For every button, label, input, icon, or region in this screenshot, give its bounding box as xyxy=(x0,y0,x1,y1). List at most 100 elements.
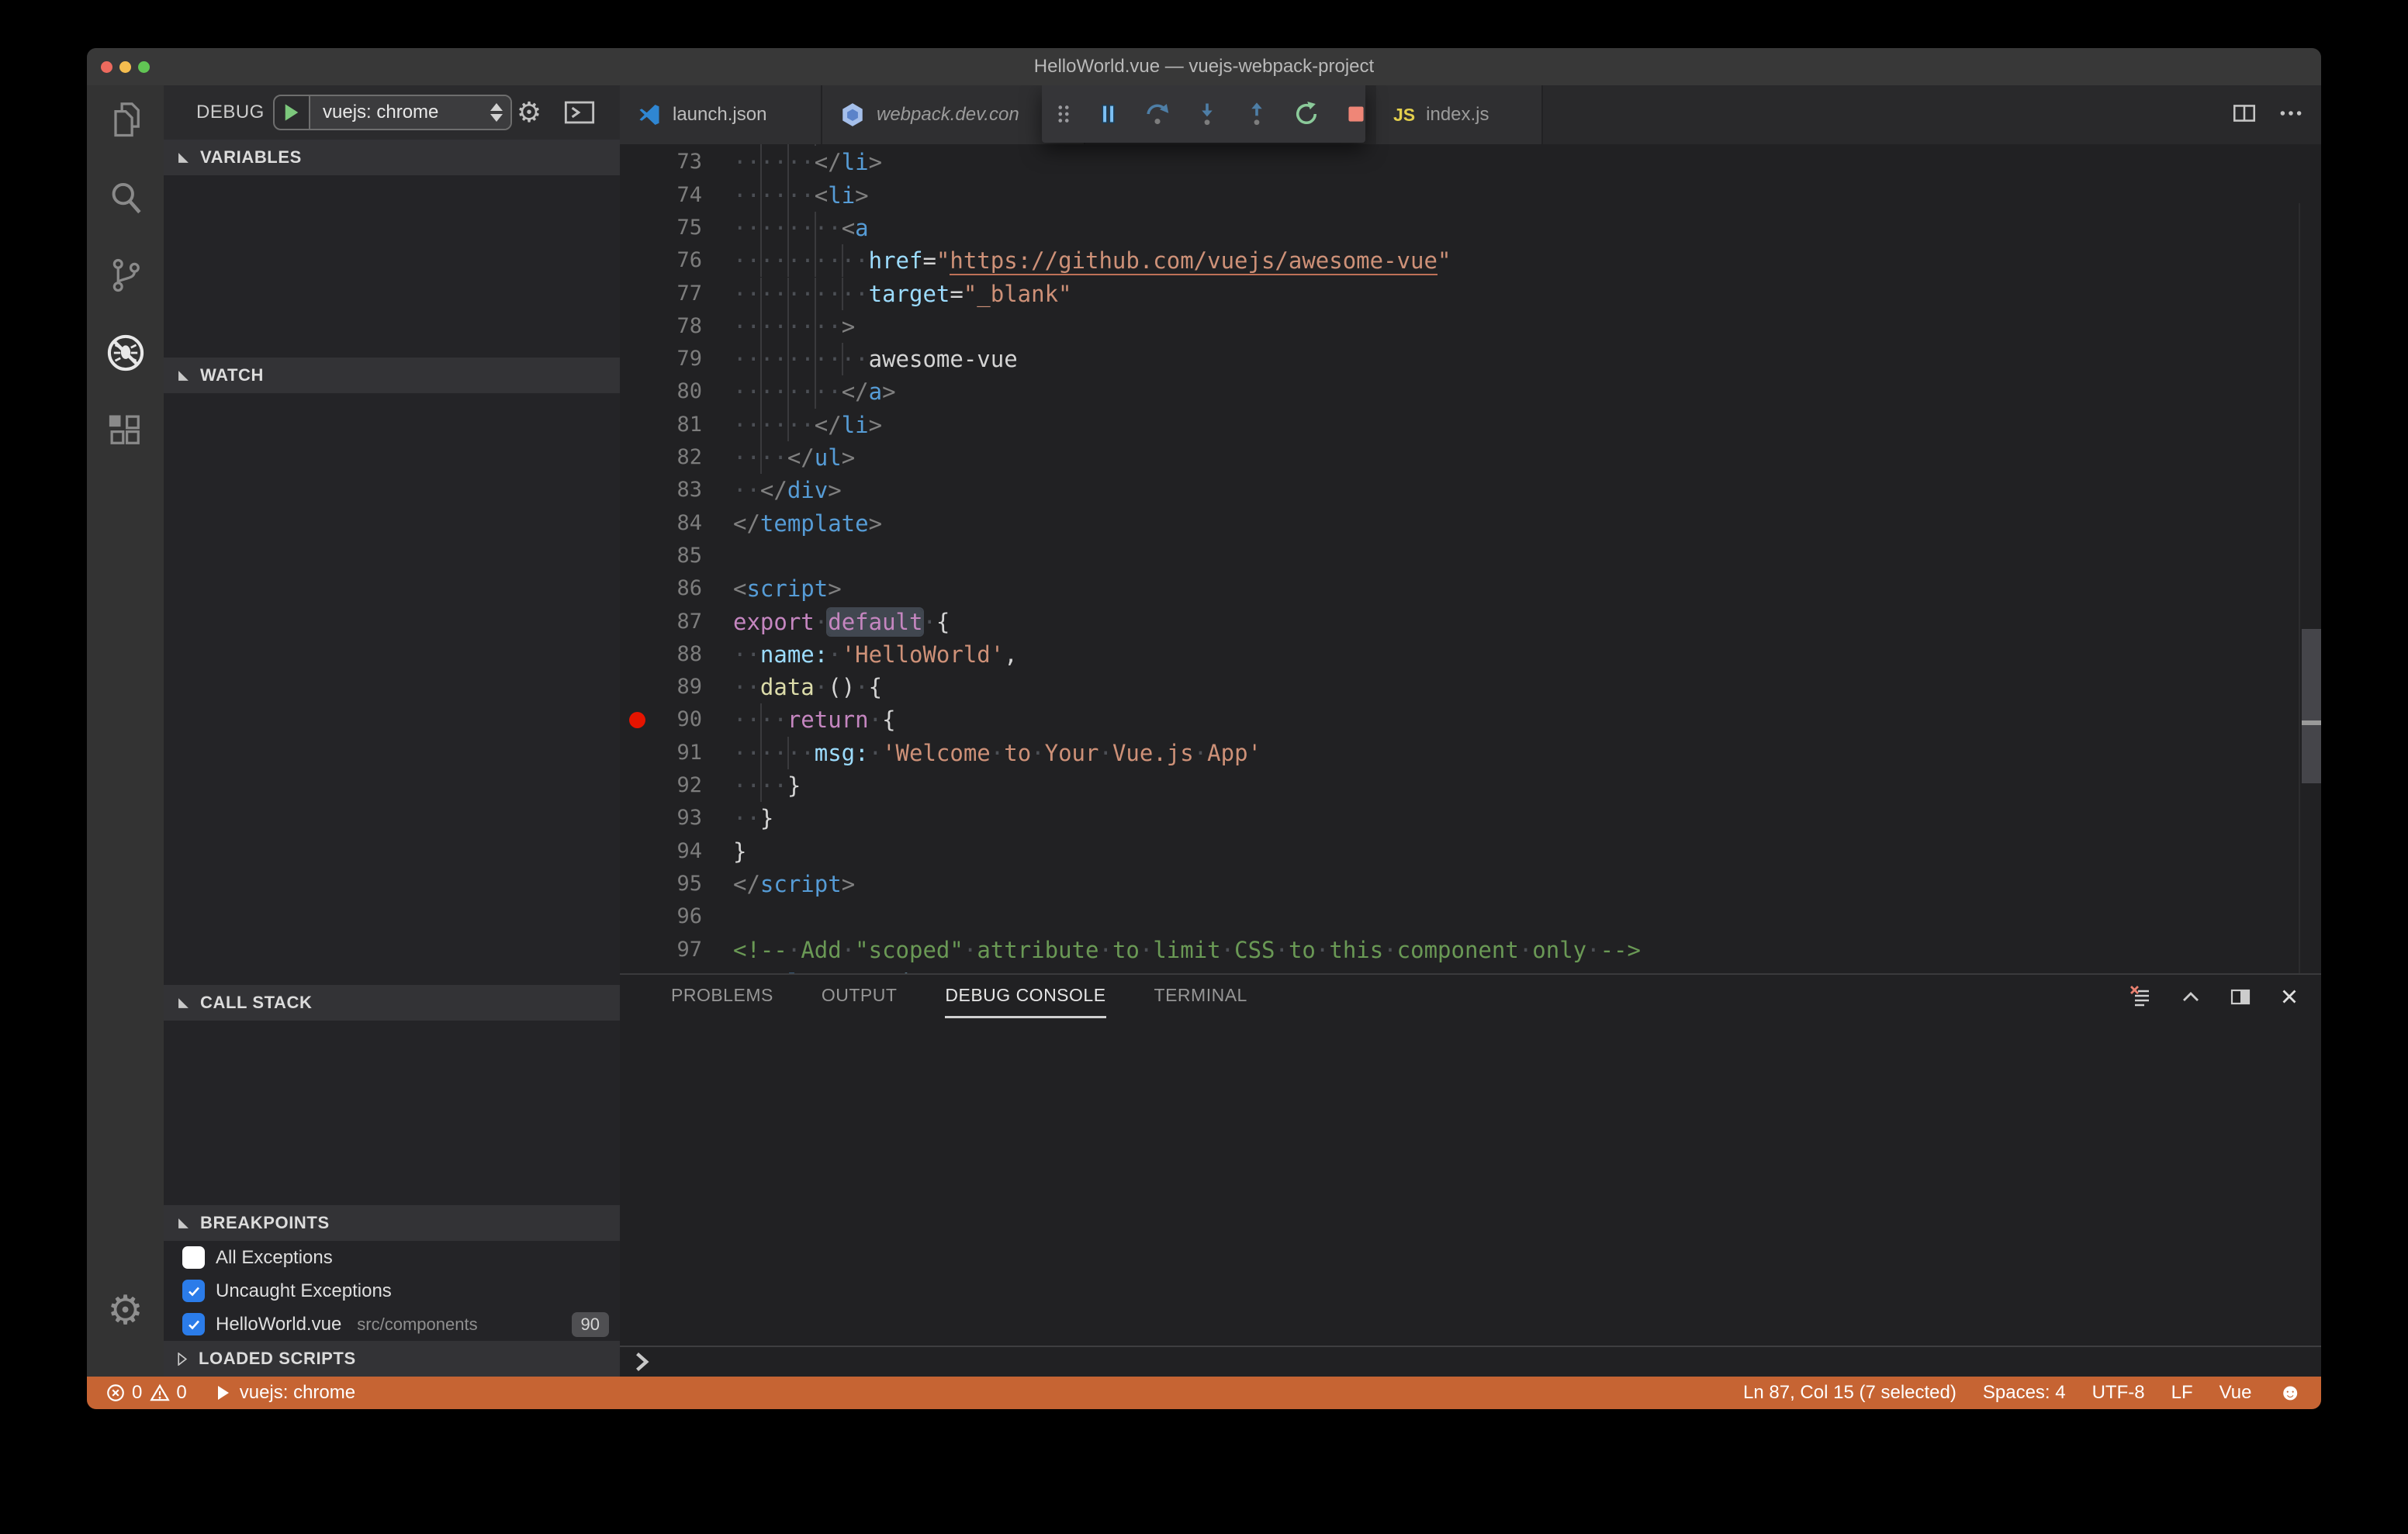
tab-launch-json[interactable]: launch.json xyxy=(620,85,822,144)
code-line-93[interactable]: 93 ··} xyxy=(620,802,2299,834)
active-debug-config-status[interactable]: vuejs: chrome xyxy=(215,1382,355,1404)
panel-right-icon[interactable] xyxy=(2228,984,2253,1009)
debug-console-input[interactable] xyxy=(620,1346,2321,1377)
code-line-87[interactable]: 87 export·default·{ xyxy=(620,606,2299,638)
line-number[interactable]: 95 xyxy=(620,868,702,900)
feedback-smiley-icon[interactable]: ☻ xyxy=(2278,1381,2302,1404)
breakpoint-checkbox[interactable] xyxy=(182,1246,205,1269)
code-line-77[interactable]: 77 ··········target="_blank" xyxy=(620,277,2299,310)
code-line-81[interactable]: 81 ······</li> xyxy=(620,408,2299,441)
panel-tab-terminal[interactable]: TERMINAL xyxy=(1154,975,1247,1018)
code-line-82[interactable]: 82 ····</ul> xyxy=(620,441,2299,475)
status-language-mode[interactable]: Vue xyxy=(2219,1382,2252,1404)
split-editor-icon[interactable] xyxy=(2231,100,2258,130)
code-line-75[interactable]: 75 ········<a xyxy=(620,211,2299,245)
line-number[interactable]: 89 xyxy=(620,671,702,703)
clear-console-icon[interactable] xyxy=(2129,984,2154,1009)
line-number[interactable]: 97 xyxy=(620,934,702,966)
code-line-97[interactable]: 97 <!--·Add·"scoped"·attribute·to·limit·C… xyxy=(620,934,2299,966)
line-number[interactable]: 83 xyxy=(620,474,702,506)
breakpoint-checkbox[interactable] xyxy=(182,1280,205,1302)
stop-button[interactable] xyxy=(1337,92,1375,136)
activity-item-source-control[interactable] xyxy=(87,244,164,309)
line-number[interactable]: 79 xyxy=(620,343,702,375)
panel-tab-problems[interactable]: PROBLEMS xyxy=(671,975,773,1018)
code-line-79[interactable]: 79 ··········awesome-vue xyxy=(620,343,2299,376)
close-window-button[interactable] xyxy=(101,60,112,73)
line-number[interactable]: 94 xyxy=(620,835,702,868)
activity-item-extensions[interactable] xyxy=(87,399,164,465)
line-number[interactable]: 80 xyxy=(620,375,702,408)
editor-scrollbar[interactable] xyxy=(2299,203,2321,973)
zoom-window-button[interactable] xyxy=(138,60,150,73)
step-over-button[interactable] xyxy=(1138,92,1177,136)
breakpoint-item[interactable]: Uncaught Exceptions xyxy=(164,1274,620,1308)
line-number[interactable]: 73 xyxy=(620,146,702,178)
line-number[interactable]: 75 xyxy=(620,212,702,244)
line-number[interactable]: 85 xyxy=(620,540,702,572)
more-actions-icon[interactable] xyxy=(2278,100,2304,130)
code-line-91[interactable]: 91 ······msg:·'Welcome·to·Your·Vue.js·App… xyxy=(620,736,2299,769)
panel-tab-output[interactable]: OUTPUT xyxy=(822,975,898,1018)
status-indentation[interactable]: Spaces: 4 xyxy=(1983,1382,2066,1404)
pause-button[interactable] xyxy=(1088,92,1127,136)
code-line-90[interactable]: 90 ····return·{ xyxy=(620,703,2299,737)
tab-index-js[interactable]: JS index.js xyxy=(1376,85,1543,144)
line-number[interactable]: 91 xyxy=(620,737,702,769)
line-number[interactable]: 81 xyxy=(620,409,702,441)
status-encoding[interactable]: UTF-8 xyxy=(2092,1382,2145,1404)
line-number[interactable]: 76 xyxy=(620,244,702,277)
code-line-95[interactable]: 95 </script> xyxy=(620,868,2299,900)
minimize-window-button[interactable] xyxy=(119,60,131,73)
code-line-96[interactable]: 96 xyxy=(620,900,2299,933)
activity-item-debug[interactable] xyxy=(87,322,164,387)
section-header-variables[interactable]: VARIABLES xyxy=(164,140,620,175)
section-header-loaded-scripts[interactable]: LOADED SCRIPTS xyxy=(164,1341,620,1377)
line-number[interactable]: 77 xyxy=(620,278,702,310)
code-line-80[interactable]: 80 ········</a> xyxy=(620,375,2299,409)
line-number[interactable]: 88 xyxy=(620,638,702,671)
breakpoint-item[interactable]: All Exceptions xyxy=(164,1241,620,1274)
step-out-button[interactable] xyxy=(1237,92,1276,136)
code-line-98[interactable]: 98 <style·scoped> xyxy=(620,966,2299,973)
scrollbar-thumb[interactable] xyxy=(2302,629,2321,783)
status-cursor-position[interactable]: Ln 87, Col 15 (7 selected) xyxy=(1743,1382,1956,1404)
restart-button[interactable] xyxy=(1287,92,1326,136)
status-eol[interactable]: LF xyxy=(2171,1382,2193,1404)
code-line-76[interactable]: 76 ··········href="https://github.com/vue… xyxy=(620,244,2299,278)
open-debug-console-icon[interactable] xyxy=(562,85,597,140)
line-number[interactable]: 96 xyxy=(620,900,702,933)
drag-handle[interactable] xyxy=(1050,92,1078,136)
launch-config-select[interactable]: vuejs: chrome xyxy=(310,96,510,129)
warnings-status[interactable]: 0 xyxy=(150,1382,187,1404)
line-number[interactable]: 98 xyxy=(620,966,702,973)
section-header-watch[interactable]: WATCH xyxy=(164,358,620,393)
code-line-92[interactable]: 92 ····} xyxy=(620,769,2299,803)
code-editor[interactable]: 72········</a>73······</li>74······<li>7… xyxy=(620,144,2321,973)
breakpoint-checkbox[interactable] xyxy=(182,1313,205,1335)
breakpoint-item[interactable]: HelloWorld.vue src/components 90 xyxy=(164,1308,620,1341)
settings-gear-icon[interactable]: ⚙ xyxy=(87,1284,164,1338)
line-number[interactable]: 74 xyxy=(620,179,702,212)
step-into-button[interactable] xyxy=(1188,92,1226,136)
code-line-73[interactable]: 73 ······</li> xyxy=(620,146,2299,179)
code-line-94[interactable]: 94} xyxy=(620,835,2299,868)
code-line-89[interactable]: 89 ··data·()·{ xyxy=(620,671,2299,703)
start-debugging-button[interactable] xyxy=(275,96,310,129)
code-line-83[interactable]: 83 ··</div> xyxy=(620,474,2299,506)
line-number[interactable]: 87 xyxy=(620,606,702,638)
code-line-85[interactable]: 85 xyxy=(620,540,2299,572)
code-line-84[interactable]: 84 </template> xyxy=(620,507,2299,540)
code-line-88[interactable]: 88 ··name:·'HelloWorld', xyxy=(620,638,2299,671)
section-header-breakpoints[interactable]: BREAKPOINTS xyxy=(164,1205,620,1241)
configure-launch-gear-icon[interactable]: ⚙ xyxy=(512,85,546,140)
errors-status[interactable]: 0 xyxy=(106,1382,142,1404)
line-number[interactable]: 84 xyxy=(620,507,702,540)
activity-item-search[interactable] xyxy=(87,167,164,232)
panel-tab-debug-console[interactable]: DEBUG CONSOLE xyxy=(945,975,1106,1018)
line-number[interactable]: 93 xyxy=(620,802,702,834)
close-icon[interactable] xyxy=(2278,985,2301,1008)
code-line-78[interactable]: 78 ········> xyxy=(620,309,2299,344)
line-number[interactable]: 92 xyxy=(620,769,702,802)
code-line-74[interactable]: 74 ······<li> xyxy=(620,178,2299,212)
